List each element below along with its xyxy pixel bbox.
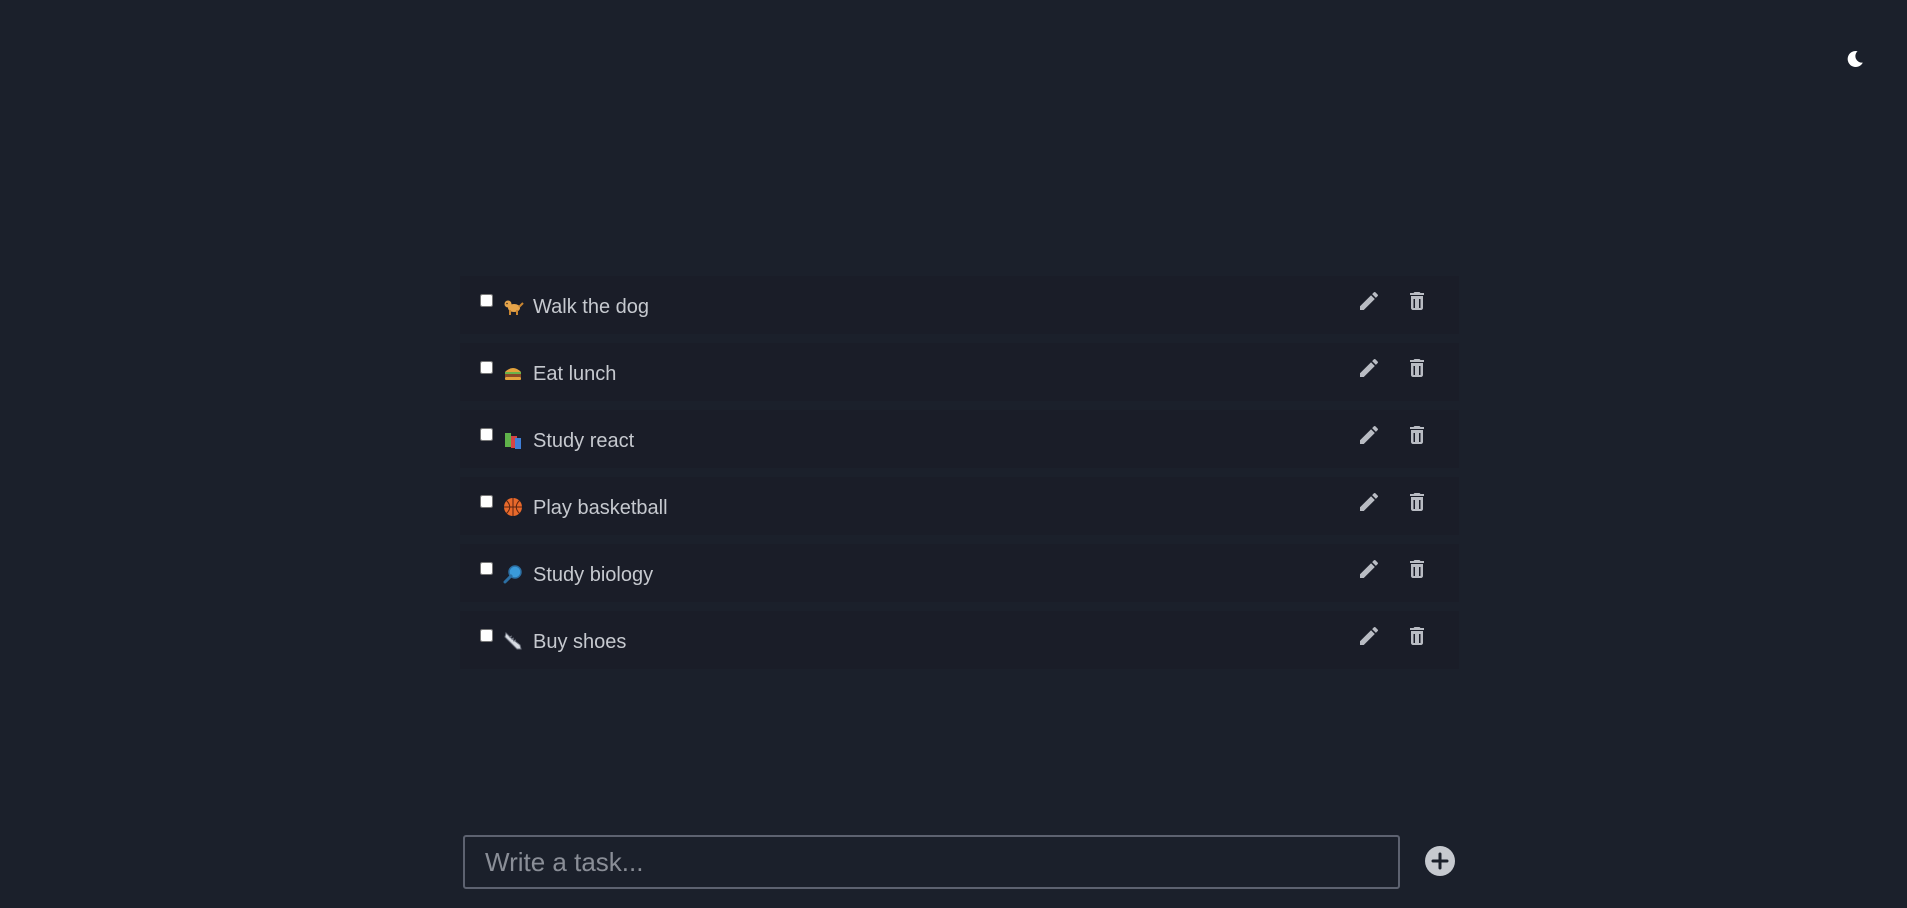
task-item: Play basketball (460, 477, 1459, 535)
pencil-icon[interactable] (1356, 355, 1382, 381)
task-checkbox[interactable] (480, 629, 493, 642)
task-checkbox[interactable] (480, 495, 493, 508)
todo-app: Walk the dog Eat lunch Study react Play … (0, 0, 1907, 908)
trash-icon[interactable] (1404, 556, 1430, 582)
task-item: Eat lunch (460, 343, 1459, 401)
pencil-icon[interactable] (1356, 623, 1382, 649)
task-checkbox[interactable] (480, 428, 493, 441)
theme-toggle-button[interactable] (1842, 46, 1868, 72)
task-composer (463, 835, 1455, 889)
task-label: Buy shoes (533, 631, 627, 653)
task-item: Buy shoes (460, 611, 1459, 669)
task-label: Walk the dog (533, 296, 649, 318)
task-item: Study biology (460, 544, 1459, 602)
plus-circle-icon (1425, 846, 1455, 876)
dog-emoji (502, 295, 524, 317)
add-task-button[interactable] (1424, 845, 1456, 877)
task-item: Study react (460, 410, 1459, 468)
task-label: Study react (533, 430, 635, 452)
pencil-icon[interactable] (1356, 288, 1382, 314)
trash-icon[interactable] (1404, 623, 1430, 649)
magnifier-emoji (502, 563, 524, 585)
burger-emoji (502, 362, 524, 384)
pencil-icon[interactable] (1356, 422, 1382, 448)
task-list: Walk the dog Eat lunch Study react Play … (460, 276, 1459, 678)
task-item: Walk the dog (460, 276, 1459, 334)
trash-icon[interactable] (1404, 422, 1430, 448)
books-emoji (502, 429, 524, 451)
shoe-emoji (502, 630, 524, 652)
pencil-icon[interactable] (1356, 489, 1382, 515)
moon-icon (1847, 50, 1863, 67)
task-input[interactable] (463, 835, 1400, 889)
task-checkbox[interactable] (480, 294, 493, 307)
trash-icon[interactable] (1404, 489, 1430, 515)
task-checkbox[interactable] (480, 562, 493, 575)
pencil-icon[interactable] (1356, 556, 1382, 582)
basketball-emoji (502, 496, 524, 518)
trash-icon[interactable] (1404, 355, 1430, 381)
task-label: Eat lunch (533, 363, 617, 385)
trash-icon[interactable] (1404, 288, 1430, 314)
task-label: Study biology (533, 564, 654, 586)
task-label: Play basketball (533, 497, 668, 519)
task-checkbox[interactable] (480, 361, 493, 374)
